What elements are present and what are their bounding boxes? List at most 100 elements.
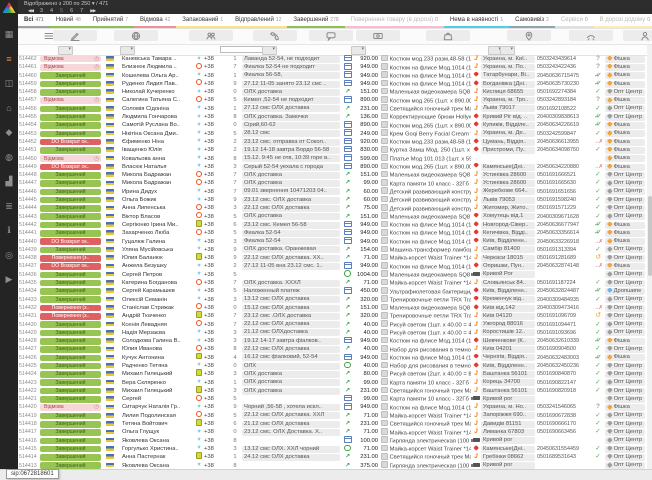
globe-icon[interactable] bbox=[131, 31, 141, 41]
table-row[interactable]: 514456 Завершений Соломія Сідоніна * +38… bbox=[18, 105, 647, 113]
table-row[interactable]: 514431 Повернення (з.. Андрій Ткаченко +… bbox=[18, 312, 647, 320]
info-icon[interactable]: ℹ bbox=[2, 223, 16, 237]
page-number[interactable]: 5 bbox=[60, 8, 63, 14]
table-row[interactable]: 514452 DO Возврат ок.. Єфименко Ніна * +… bbox=[18, 138, 647, 146]
table-row[interactable]: 514429 Завершений Надія Мерзаєва * +38 3… bbox=[18, 329, 647, 337]
table-row[interactable]: 514425 Завершений Радченко Тетяна * +38 … bbox=[18, 362, 647, 370]
table-row[interactable]: 514423 Завершений Вера Скляренко * +38 1… bbox=[18, 379, 647, 387]
money-icon[interactable] bbox=[373, 31, 383, 41]
bag-icon[interactable] bbox=[443, 31, 453, 41]
location-pin-icon[interactable] bbox=[524, 31, 534, 41]
reports-icon[interactable]: ▟ bbox=[2, 174, 16, 188]
call-count: 3 bbox=[228, 163, 242, 171]
table-row[interactable]: 514422 Завершений Михаил Гилецький +38 3… bbox=[18, 387, 647, 395]
table-row[interactable]: 514442 Завершений Сергіюнко Ірина Ми.. +… bbox=[18, 221, 647, 229]
next-page-icon[interactable]: ▶▶ bbox=[90, 8, 95, 14]
tab-7[interactable]: Повернення товару (в дорозі) 0 bbox=[345, 14, 444, 28]
table-row[interactable]: 514428 Завершений Солодкова Галина В.. *… bbox=[18, 337, 647, 345]
tab-10[interactable]: Сервіси 0 bbox=[555, 14, 594, 28]
companies-icon[interactable]: ⌂ bbox=[2, 101, 16, 115]
table-row[interactable]: 514427 Завершений Юлия Иванова +38 8 22.… bbox=[18, 345, 647, 353]
column-filter-dropdown[interactable] bbox=[58, 46, 73, 55]
vertical-scrollbar[interactable] bbox=[647, 28, 652, 470]
app-logo-icon[interactable] bbox=[3, 2, 16, 13]
search-filter-input[interactable] bbox=[220, 46, 264, 53]
orders-icon[interactable]: ≡ bbox=[2, 52, 16, 66]
table-row[interactable]: 514450 Відмова◷ Ковальова анна * +38 8 1… bbox=[18, 155, 647, 163]
announcements-icon[interactable]: ◍ bbox=[2, 150, 16, 164]
table-row[interactable]: 514432 Повернення (з.. Станіслав Стрижак… bbox=[18, 304, 647, 312]
table-row[interactable]: 514439 Завершений Уляна Мусійовська * +3… bbox=[18, 246, 647, 254]
table-row[interactable]: 514420 Відмова◷ Ситарчук Наталія Гр.. * … bbox=[18, 403, 647, 411]
table-row[interactable]: 514434 Завершений Сергей Карамышев * +38… bbox=[18, 287, 647, 295]
table-row[interactable]: 514447 Завершений Микола Бадражан +38 7 … bbox=[18, 179, 647, 187]
products-icon[interactable]: ◆ bbox=[2, 125, 16, 139]
table-row[interactable]: 514448 Завершений Микола Бадражан +38 7 … bbox=[18, 171, 647, 179]
tab-9[interactable]: Самовивіз 2 bbox=[509, 14, 555, 28]
page-number[interactable]: 7 bbox=[80, 8, 83, 14]
column-filter-dropdown[interactable] bbox=[351, 46, 366, 55]
chat-icon[interactable] bbox=[326, 31, 336, 41]
handset-icon[interactable] bbox=[586, 31, 596, 41]
contacts-icon[interactable]: ◫ bbox=[2, 76, 16, 90]
table-row[interactable]: 514424 Завершений Михаил Гилецький +38 3… bbox=[18, 370, 647, 378]
column-filter-dropdown[interactable] bbox=[262, 46, 277, 55]
table-row[interactable]: 514457 Відмова◷ Салегина Татьяна С.. +38… bbox=[18, 96, 647, 104]
column-filter-dropdown[interactable] bbox=[500, 46, 515, 55]
table-row[interactable]: 514441 Завершений Захарченко Люба +38 5 … bbox=[18, 229, 647, 237]
person-icon[interactable] bbox=[640, 31, 650, 41]
tab-4[interactable]: Запакований 1 bbox=[176, 14, 229, 28]
table-row[interactable]: 514444 Завершений Анна Липенська +38 3 2… bbox=[18, 204, 647, 212]
tab-11[interactable]: В дорозі додому 0 bbox=[594, 14, 652, 28]
tab-3[interactable]: Відмова 42 bbox=[134, 14, 176, 28]
table-row[interactable]: 514426 Завершений Кучук Антонина +38 4 1… bbox=[18, 354, 647, 362]
table-row[interactable]: 514451 Завершений Іващенко Юлія * +38 2 … bbox=[18, 146, 647, 154]
displayed-range-text[interactable]: Відображено з 200 по 250 ▾ / 471 bbox=[24, 1, 108, 7]
table-row[interactable]: 514419 Завершений Лилия Подолинская +38 … bbox=[18, 412, 647, 420]
table-row[interactable]: 514416 Завершений Яковлева Оксана * +38 … bbox=[18, 437, 647, 445]
prev-page-icon[interactable]: ◀◀ bbox=[28, 8, 33, 14]
table-row[interactable]: 514438 Повернення (з.. Юлия Баланюк +38 … bbox=[18, 254, 647, 262]
tab-1[interactable]: Новий 48 bbox=[50, 14, 87, 28]
table-row[interactable]: 514460 Завершений Кошелева Ольга Ар.. * … bbox=[18, 72, 647, 80]
page-number[interactable]: 4 bbox=[50, 8, 53, 14]
table-row[interactable]: 514414 Завершений Анна Пастернак +38 1 2… bbox=[18, 453, 647, 461]
table-row[interactable]: 514455 Завершений Людмила Гончарова * +3… bbox=[18, 113, 647, 121]
table-row[interactable]: 514433 Завершений Олексій Семанін * +38 … bbox=[18, 296, 647, 304]
scrollbar-thumb[interactable] bbox=[648, 196, 652, 276]
table-row[interactable]: 514418 Завершений Тетяна Войтович +38 6 … bbox=[18, 420, 647, 428]
table-row[interactable]: 514453 Завершений Нікітіна Оксана Дми.. … bbox=[18, 130, 647, 138]
browser-icon[interactable]: ◎ bbox=[2, 248, 16, 262]
table-row[interactable]: 514443 Завершений Віктор Власов +38 5 ОЛ… bbox=[18, 213, 647, 221]
cards-icon[interactable]: ▦ bbox=[2, 27, 16, 41]
tab-5[interactable]: Відправлений 12 bbox=[229, 14, 287, 28]
table-row[interactable]: 514458 Завершений Николай Кучеренко * +3… bbox=[18, 88, 647, 96]
settings-icon[interactable]: ≣ bbox=[2, 199, 16, 213]
tab-0[interactable]: Всі 471 bbox=[18, 14, 50, 28]
table-row[interactable]: 514415 Завершений Горгулько Христина.. *… bbox=[18, 445, 647, 453]
signature-icon[interactable] bbox=[70, 31, 80, 41]
table-row[interactable]: 514417 Завершений Ольга Глущук * +38 0 2… bbox=[18, 428, 647, 436]
table-row[interactable]: 514421 Завершений Сергей +38 5 99.00 Кар… bbox=[18, 395, 647, 403]
tab-2[interactable]: Прийнятий 7 bbox=[87, 14, 134, 28]
table-row[interactable]: 514430 Завершений Ксенія Левадняя +38 7 … bbox=[18, 321, 647, 329]
table-row[interactable]: 514445 Завершений Ольга Божик * +38 9 23… bbox=[18, 196, 647, 204]
table-row[interactable]: 514461 Відмова◷ Близнюк Людмила .. +38 7… bbox=[18, 63, 647, 71]
video-icon[interactable]: ▶ bbox=[2, 272, 16, 286]
contacts-icon[interactable] bbox=[206, 31, 216, 41]
table-row[interactable]: 514440 DO Возврат ок.. Гуцалюк Галина * … bbox=[18, 238, 647, 246]
table-row[interactable]: 514435 Завершений Катерина Богданова +38… bbox=[18, 279, 647, 287]
phone-icon[interactable] bbox=[270, 31, 280, 41]
table-row[interactable]: 514446 Завершений Ирина Дидух * +38 7 09… bbox=[18, 188, 647, 196]
table-row[interactable]: 514437 DO Возврат ок.. Анжела Безушку * … bbox=[18, 262, 647, 270]
tab-8[interactable]: Нема в наявності 1 bbox=[444, 14, 509, 28]
table-row[interactable]: 514436 Завершений Сергей Петров * +38 5 … bbox=[18, 271, 647, 279]
table-row[interactable]: 514449 DO Возврат ок.. Власюк Наталья * … bbox=[18, 163, 647, 171]
table-row[interactable]: 514454 Завершений Самотій Руслана Во.. *… bbox=[18, 121, 647, 129]
table-row[interactable]: 514462 Відмова◷ Каневська Тамара .. * +3… bbox=[18, 55, 647, 63]
table-row[interactable]: 514459 Завершений Руденко Лидия Пав.. +3… bbox=[18, 80, 647, 88]
tab-6[interactable]: Завершений 278 bbox=[287, 14, 344, 28]
page-number[interactable]: 3 bbox=[40, 8, 43, 14]
column-filter-dropdown[interactable] bbox=[120, 46, 135, 55]
page-number[interactable]: 6 bbox=[70, 8, 73, 14]
